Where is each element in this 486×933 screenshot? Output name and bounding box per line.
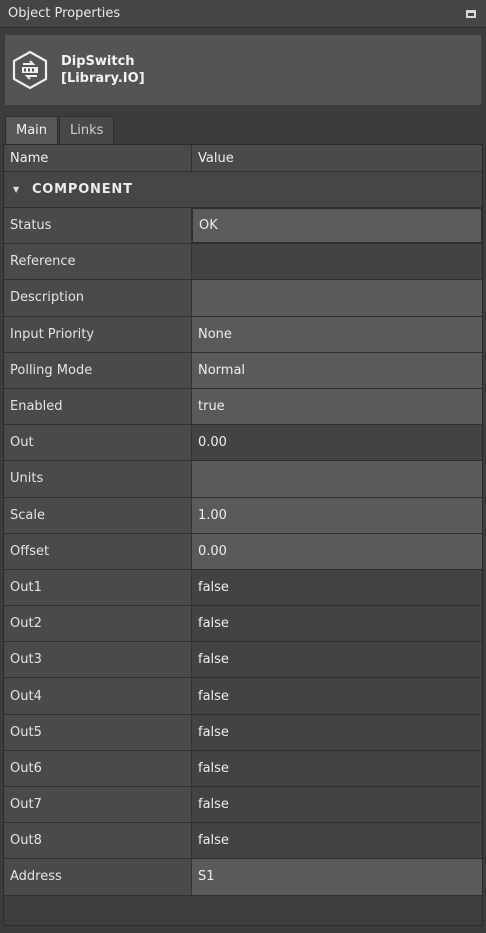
property-name: Input Priority xyxy=(4,316,192,352)
property-row[interactable]: Polling Mode Normal xyxy=(4,352,482,389)
object-name: DipSwitch xyxy=(61,54,135,69)
property-value[interactable]: true xyxy=(192,388,482,425)
object-type: [Library.IO] xyxy=(61,71,145,86)
property-name: Status xyxy=(4,208,192,244)
property-name: Out2 xyxy=(4,606,192,642)
property-value[interactable]: false xyxy=(192,569,482,606)
property-name: Out6 xyxy=(4,750,192,786)
property-row[interactable]: Out2 false xyxy=(4,606,482,643)
tab-strip: Main Links xyxy=(5,116,115,144)
property-value[interactable] xyxy=(192,280,482,316)
property-name: Description xyxy=(4,280,192,316)
property-name: Address xyxy=(4,859,192,895)
property-value[interactable]: false xyxy=(192,678,482,714)
property-value[interactable] xyxy=(192,244,482,280)
property-row[interactable]: Out4 false xyxy=(4,678,482,715)
property-value[interactable]: None xyxy=(192,316,482,352)
property-row[interactable]: Description xyxy=(4,280,482,317)
property-value[interactable]: false xyxy=(192,787,482,823)
object-properties-panel: Object Properties DipSwitch [Library.IO]… xyxy=(0,0,486,933)
property-name: Out8 xyxy=(4,823,192,859)
property-row[interactable]: Input Priority None xyxy=(4,316,482,353)
property-name: Out4 xyxy=(4,678,192,714)
tab-links[interactable]: Links xyxy=(59,116,115,144)
panel-title: Object Properties xyxy=(8,6,121,21)
object-header: DipSwitch [Library.IO] xyxy=(5,35,481,105)
property-name: Reference xyxy=(4,244,192,280)
property-name: Out3 xyxy=(4,642,192,678)
property-row[interactable]: Out8 false xyxy=(4,823,482,860)
section-component[interactable]: ▼ COMPONENT xyxy=(4,172,482,208)
property-name: Polling Mode xyxy=(4,352,192,388)
property-name: Out5 xyxy=(4,714,192,750)
property-value[interactable]: S1 xyxy=(192,859,482,895)
property-name: Units xyxy=(4,461,192,497)
property-value[interactable]: false xyxy=(192,750,482,786)
property-row[interactable]: Units xyxy=(4,461,482,498)
property-row[interactable]: Out7 false xyxy=(4,787,482,824)
property-name: Out1 xyxy=(4,569,192,606)
property-value[interactable]: 0.00 xyxy=(192,533,482,569)
property-name: Enabled xyxy=(4,388,192,425)
property-value[interactable]: OK xyxy=(192,208,482,244)
column-header-name[interactable]: Name xyxy=(4,145,192,171)
property-name: Out xyxy=(4,425,192,461)
property-value[interactable]: false xyxy=(192,606,482,642)
caret-down-icon[interactable]: ▼ xyxy=(13,185,20,194)
tab-main[interactable]: Main xyxy=(5,116,59,144)
property-value[interactable] xyxy=(192,461,482,497)
dipswitch-icon xyxy=(10,50,50,90)
property-row[interactable]: Out3 false xyxy=(4,642,482,679)
column-header-value[interactable]: Value xyxy=(192,145,482,171)
property-value[interactable]: false xyxy=(192,642,482,678)
property-row[interactable]: Scale 1.00 xyxy=(4,497,482,534)
property-row[interactable]: Out6 false xyxy=(4,750,482,787)
maximize-icon[interactable] xyxy=(466,9,476,18)
panel-titlebar: Object Properties xyxy=(0,0,486,28)
property-value[interactable]: 0.00 xyxy=(192,425,482,461)
property-grid: Name Value ▼ COMPONENT Status OK Reference… xyxy=(3,144,483,926)
property-row[interactable]: Reference xyxy=(4,244,482,281)
property-value[interactable]: Normal xyxy=(192,352,482,388)
property-row[interactable]: Offset 0.00 xyxy=(4,533,482,570)
property-name: Out7 xyxy=(4,787,192,823)
property-value[interactable]: false xyxy=(192,714,482,750)
property-name: Scale xyxy=(4,497,192,533)
property-row[interactable]: Address S1 xyxy=(4,859,482,896)
property-row[interactable]: Status OK xyxy=(4,208,482,245)
grid-header: Name Value xyxy=(4,145,482,172)
section-label: COMPONENT xyxy=(31,182,133,197)
property-row[interactable]: Out1 false xyxy=(4,569,482,607)
property-row[interactable]: Out 0.00 xyxy=(4,425,482,462)
property-value[interactable]: 1.00 xyxy=(192,497,482,533)
property-value[interactable]: false xyxy=(192,823,482,859)
property-name: Offset xyxy=(4,533,192,569)
property-row[interactable]: Out5 false xyxy=(4,714,482,751)
property-row[interactable]: Enabled true xyxy=(4,388,482,426)
